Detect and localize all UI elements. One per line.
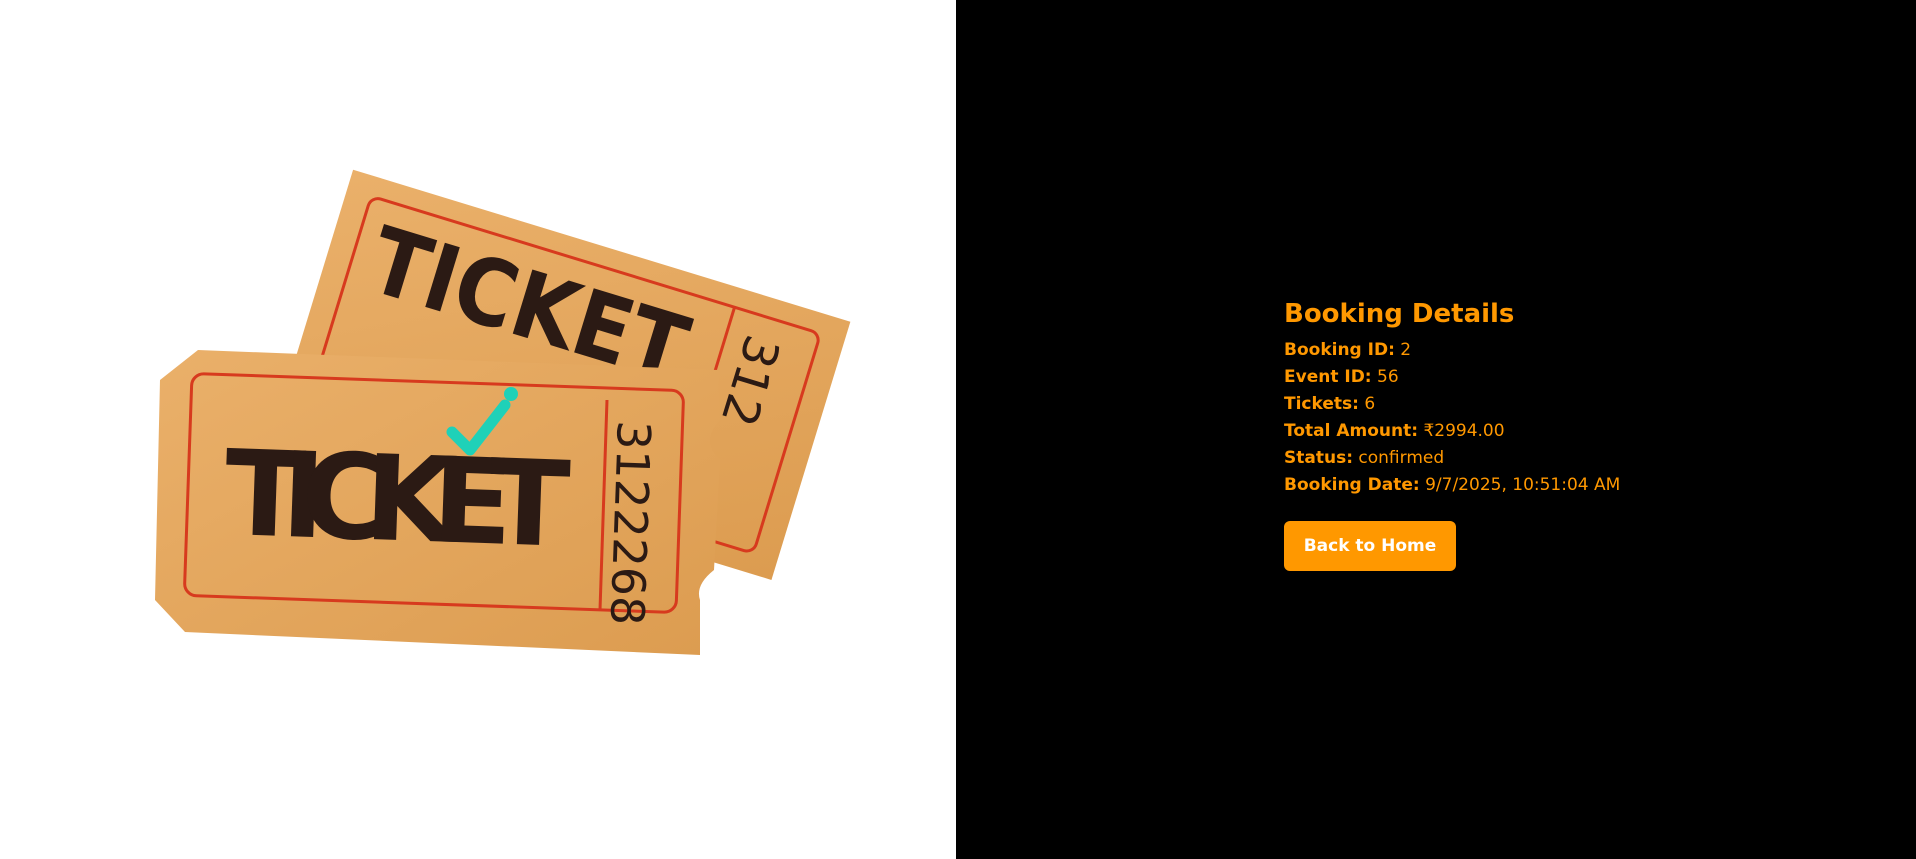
ticket-illustration: TICKET 312 TICKET 3122268 — [155, 169, 851, 655]
booking-date-row: Booking Date: 9/7/2025, 10:51:04 AM — [1284, 472, 1620, 499]
status-label: Status: — [1284, 448, 1353, 468]
total-amount-label: Total Amount: — [1284, 421, 1419, 441]
booking-date-label: Booking Date: — [1284, 475, 1420, 495]
front-ticket-word: TICKET — [222, 424, 572, 574]
event-id-row: Event ID: 56 — [1284, 364, 1620, 391]
booking-details: Booking Details Booking ID: 2 Event ID: … — [1284, 297, 1620, 571]
status-row: Status: confirmed — [1284, 445, 1620, 472]
back-to-home-button[interactable]: Back to Home — [1284, 521, 1456, 571]
booking-id-value: 2 — [1400, 340, 1412, 360]
status-value: confirmed — [1358, 448, 1445, 468]
booking-id-label: Booking ID: — [1284, 340, 1395, 360]
tickets-value: 6 — [1364, 394, 1376, 414]
total-amount-value: ₹2994.00 — [1423, 421, 1505, 441]
event-id-label: Event ID: — [1284, 367, 1372, 387]
illustration-panel: TICKET 312 TICKET 3122268 — [0, 0, 956, 859]
details-title: Booking Details — [1284, 299, 1515, 329]
front-ticket: TICKET 3122268 — [155, 350, 720, 655]
tickets-label: Tickets: — [1284, 394, 1359, 414]
event-id-value: 56 — [1377, 367, 1399, 387]
booking-page: TICKET 312 TICKET 3122268 Booking Detail… — [0, 0, 1916, 859]
front-ticket-number: 3122268 — [600, 420, 661, 627]
total-amount-row: Total Amount: ₹2994.00 — [1284, 418, 1620, 445]
booking-id-row: Booking ID: 2 — [1284, 337, 1620, 364]
booking-date-value: 9/7/2025, 10:51:04 AM — [1425, 475, 1621, 495]
tickets-row: Tickets: 6 — [1284, 391, 1620, 418]
